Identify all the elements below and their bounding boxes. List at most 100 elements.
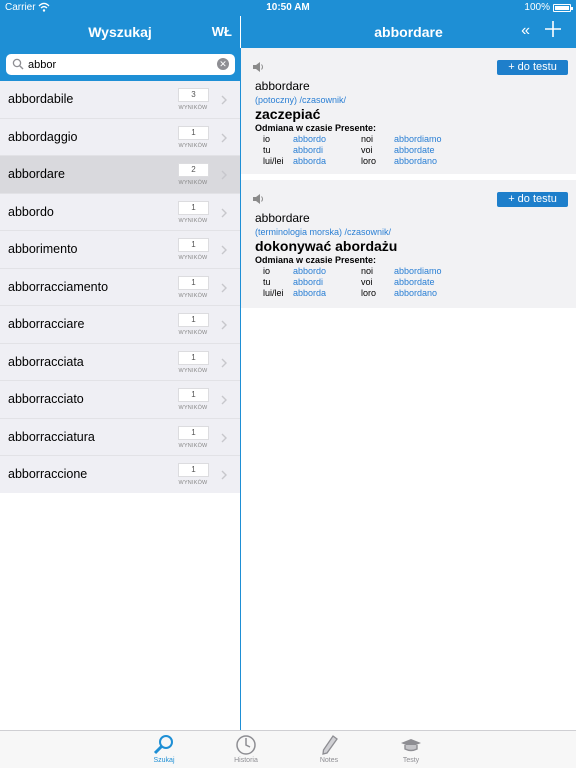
- list-item-word: abbordare: [8, 167, 65, 181]
- list-item-word: abbordaggio: [8, 129, 78, 144]
- list-item[interactable]: abborracciata 1 WYNIKÓW: [0, 343, 240, 381]
- clock-icon: [236, 735, 256, 755]
- result-count-badge: 1: [178, 125, 209, 140]
- verb-form-link[interactable]: abbordo: [293, 134, 326, 144]
- result-count-label: WYNIKÓW: [178, 180, 208, 186]
- entry-tags[interactable]: (potoczny) /czasownik/: [255, 95, 346, 105]
- verb-form-link[interactable]: abbordano: [394, 156, 437, 166]
- dictionary-entry: + do testu abbordare (terminologia morska)…: [241, 180, 576, 308]
- verb-form-link[interactable]: abbordiamo: [394, 134, 442, 144]
- result-count-label: WYNIKÓW: [178, 480, 208, 486]
- verb-form-link[interactable]: abbordate: [394, 145, 435, 155]
- pronoun: io: [263, 266, 271, 276]
- verb-form-link[interactable]: abbordiamo: [394, 266, 442, 276]
- dictionary-entry: + do testu abbordare (potoczny) /czasownik…: [241, 48, 576, 174]
- add-to-test-button[interactable]: + do testu: [497, 60, 568, 75]
- verb-form-link[interactable]: abbordano: [394, 288, 437, 298]
- add-to-test-button[interactable]: + do testu: [497, 192, 568, 207]
- entry-details: + do testu abbordare (potoczny) /czasownik…: [241, 48, 576, 308]
- entry-headword: abbordare: [255, 211, 310, 225]
- verb-form-link[interactable]: abborda: [293, 288, 326, 298]
- verb-form-link[interactable]: abbordi: [293, 277, 323, 287]
- pronoun: lui/lei: [263, 288, 284, 298]
- add-icon[interactable]: [544, 20, 562, 38]
- result-count-label: WYNIKÓW: [178, 442, 208, 449]
- tab-label: Notes: [319, 757, 339, 764]
- pronoun: voi: [361, 277, 373, 287]
- result-count-badge: 1: [178, 350, 209, 365]
- list-item[interactable]: abborracciato 1 WYNIKÓW: [0, 381, 240, 419]
- verb-form-link[interactable]: abbordo: [293, 266, 326, 276]
- tab-testy[interactable]: Testy: [381, 731, 441, 768]
- tab-notes[interactable]: Notes: [299, 731, 359, 768]
- result-count-badge: 1: [178, 425, 209, 440]
- conjugation-table: io abbordo noi abbordiamo tu abbordi voi abbord…: [263, 266, 563, 299]
- pronoun: io: [263, 134, 271, 144]
- graduation-cap-icon: [401, 739, 421, 752]
- conjugation-row: tu abbordi voi abbordate: [263, 145, 563, 156]
- conjugation-row: io abbordo noi abbordiamo: [263, 134, 563, 145]
- pronoun: lui/lei: [263, 156, 284, 166]
- result-count-label: WYNIKÓW: [178, 367, 208, 374]
- tab-label: Historia: [234, 757, 258, 764]
- list-item-word: abborracciamento: [8, 279, 109, 294]
- list-item[interactable]: abbordare 2 WYNIKÓW: [0, 156, 240, 194]
- search-input[interactable]: [28, 56, 213, 73]
- search-icon: [12, 58, 24, 70]
- list-empty-area: [0, 493, 240, 730]
- chevron-right-icon: [221, 358, 227, 367]
- conjugation-table: io abbordo noi abbordiamo tu abbordi voi abbord…: [263, 134, 563, 167]
- entry-translation: dokonywać abordażu: [255, 238, 398, 254]
- chevron-right-icon: [221, 283, 227, 292]
- conjugation-title: Odmiana w czasie Presente:: [255, 123, 377, 133]
- chevron-right-icon: [221, 320, 227, 330]
- result-count-badge: 1: [178, 275, 209, 290]
- list-item[interactable]: abbordabile 3 WYNIKÓW: [0, 81, 240, 119]
- list-item[interactable]: abborraccione 1 WYNIKÓW: [0, 456, 240, 494]
- battery-percent: 100%: [524, 2, 550, 13]
- entry-tags[interactable]: (terminologia morska) /czasownik/: [255, 227, 391, 237]
- verb-form-link[interactable]: abbordi: [293, 145, 323, 155]
- conjugation-row: io abbordo noi abbordiamo: [263, 266, 563, 277]
- result-count-badge: 1: [178, 388, 209, 402]
- pronoun: noi: [361, 266, 374, 276]
- result-count-badge: 1: [178, 238, 209, 252]
- pronoun: tu: [263, 277, 271, 287]
- verb-form-link[interactable]: abbordate: [394, 277, 435, 287]
- clear-icon[interactable]: ✕: [217, 58, 229, 70]
- list-item[interactable]: abbordaggio 1 WYNIKÓW: [0, 118, 240, 156]
- battery-fill: [555, 6, 569, 10]
- toggle-button[interactable]: WŁ: [212, 24, 232, 39]
- list-item-word: abborracciare: [8, 317, 85, 331]
- entry-nav-bar: abbordare «: [241, 16, 576, 48]
- result-count-label: WYNIKÓW: [178, 330, 208, 336]
- list-item-word: abbordo: [8, 204, 54, 219]
- list-item-word: abborracciata: [8, 354, 84, 369]
- result-count-badge: 1: [178, 463, 209, 477]
- tab-label: Testy: [402, 757, 420, 764]
- speaker-icon[interactable]: [251, 60, 265, 74]
- list-item[interactable]: abborracciatura 1 WYNIKÓW: [0, 418, 240, 456]
- search-icon: [153, 735, 173, 755]
- result-count-label: WYNIKÓW: [178, 217, 208, 224]
- chevron-right-icon: [221, 170, 227, 180]
- list-item[interactable]: abbordo 1 WYNIKÓW: [0, 193, 240, 231]
- pronoun: noi: [361, 134, 374, 144]
- result-count-badge: 1: [178, 313, 209, 327]
- result-count-label: WYNIKÓW: [178, 255, 208, 261]
- speaker-icon[interactable]: [251, 192, 265, 206]
- tab-szukaj[interactable]: Szukaj: [134, 731, 194, 768]
- battery-icon: [553, 4, 573, 12]
- chevron-right-icon: [221, 208, 227, 217]
- verb-form-link[interactable]: abborda: [293, 156, 326, 166]
- collapse-button[interactable]: «: [521, 22, 530, 40]
- tab-historia[interactable]: Historia: [216, 731, 276, 768]
- pronoun: loro: [361, 288, 377, 298]
- list-item[interactable]: abborracciare 1 WYNIKÓW: [0, 306, 240, 344]
- list-item[interactable]: abborimento 1 WYNIKÓW: [0, 231, 240, 269]
- conjugation-row: lui/lei abborda loro abbordano: [263, 288, 563, 299]
- list-item-word: abborraccione: [8, 467, 88, 481]
- chevron-right-icon: [221, 245, 227, 255]
- list-item[interactable]: abborracciamento 1 WYNIKÓW: [0, 268, 240, 306]
- list-item-word: abbordabile: [8, 92, 74, 106]
